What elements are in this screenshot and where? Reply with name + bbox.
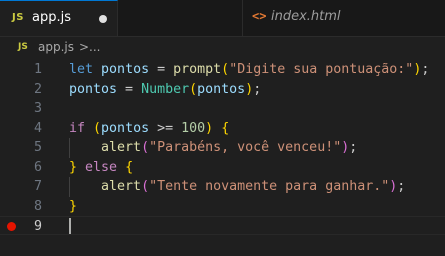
breadcrumb-file[interactable]: app.js bbox=[38, 40, 74, 54]
javascript-file-icon: JS bbox=[12, 12, 24, 23]
html-file-icon: <> bbox=[252, 9, 267, 23]
line-number: 2 bbox=[33, 81, 42, 97]
breadcrumb: JS app.js > ... bbox=[0, 37, 445, 59]
code-line[interactable]: 8} bbox=[0, 197, 445, 216]
line-number: 1 bbox=[33, 62, 42, 77]
text-cursor bbox=[69, 218, 71, 234]
code-text: } bbox=[69, 198, 78, 214]
code-line[interactable]: 4 if (pontos >= 100) { bbox=[0, 119, 445, 138]
code-text: } else { bbox=[69, 159, 134, 175]
code-text: let pontos = prompt("Digite sua pontuaçã… bbox=[69, 62, 430, 77]
code-line[interactable]: 6 } else { bbox=[0, 158, 445, 177]
line-number: 4 bbox=[33, 120, 42, 136]
line-number: 6 bbox=[33, 159, 42, 175]
code-line[interactable]: 1 let pontos = prompt("Digite sua pontuaç… bbox=[0, 60, 445, 79]
indent-guide bbox=[69, 177, 70, 197]
indent-guide bbox=[69, 138, 70, 158]
line-number: 5 bbox=[33, 140, 42, 155]
tab-index-html[interactable]: <> index.html bbox=[118, 0, 341, 36]
code-text: pontos = Number(pontos); bbox=[69, 81, 262, 97]
code-line[interactable]: 7 alert("Tente novamente para ganhar."); bbox=[0, 177, 445, 196]
code-line[interactable]: 5 alert("Parabéns, você venceu!"); bbox=[0, 138, 445, 157]
code-editor[interactable]: 1 let pontos = prompt("Digite sua pontuaç… bbox=[0, 58, 445, 256]
code-line[interactable]: 9 bbox=[0, 216, 445, 235]
javascript-file-icon: JS bbox=[18, 42, 28, 52]
line-number: 7 bbox=[33, 179, 42, 194]
code-text: alert("Parabéns, você venceu!"); bbox=[101, 140, 358, 155]
chevron-right-icon: > bbox=[79, 40, 90, 54]
tab-label: app.js bbox=[32, 10, 71, 25]
tab-app-js[interactable]: JS app.js bbox=[0, 0, 118, 36]
line-number: 3 bbox=[33, 101, 42, 116]
tab-label: index.html bbox=[271, 9, 341, 24]
breadcrumb-symbols[interactable]: ... bbox=[89, 40, 100, 54]
code-line[interactable]: 3 bbox=[0, 99, 445, 118]
line-number: 9 bbox=[33, 219, 42, 234]
code-text: alert("Tente novamente para ganhar."); bbox=[101, 179, 406, 194]
unsaved-changes-dot-icon[interactable] bbox=[99, 15, 107, 23]
line-number: 8 bbox=[33, 198, 42, 214]
editor-tab-bar: JS app.js <> index.html bbox=[0, 0, 445, 37]
code-line[interactable]: 2 pontos = Number(pontos); bbox=[0, 80, 445, 99]
code-text: if (pontos >= 100) { bbox=[69, 120, 230, 136]
